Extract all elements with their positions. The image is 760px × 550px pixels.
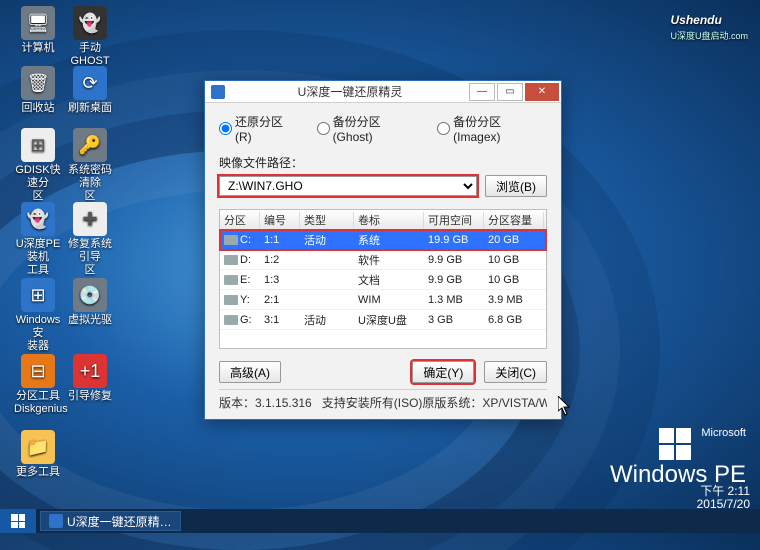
windows-logo-icon: [658, 427, 692, 461]
table-row[interactable]: E:1:3文档9.9 GB10 GB: [220, 270, 546, 290]
icon-pe[interactable]: 👻U深度PE装机 工具: [14, 202, 62, 277]
titlebar[interactable]: U深度一键还原精灵 — ▭ ✕: [205, 81, 561, 103]
icon-refresh[interactable]: ⟳刷新桌面: [66, 66, 114, 115]
path-label: 映像文件路径：: [219, 154, 547, 171]
browse-button[interactable]: 浏览(B): [485, 175, 547, 197]
icon-pwdclear[interactable]: 🔑系统密码清除 区: [66, 128, 114, 203]
advanced-button[interactable]: 高级(A): [219, 361, 281, 383]
tray-clock: 下午 2:112015/7/20: [697, 485, 750, 511]
mode-radios: 还原分区(R) 备份分区(Ghost) 备份分区(Imagex): [219, 113, 547, 144]
partition-table: 分区编号类型卷标可用空间分区容量 C:1:1活动系统19.9 GB20 GBD:…: [219, 209, 547, 349]
radio-restore[interactable]: 还原分区(R): [219, 113, 299, 144]
icon-recycle[interactable]: 🗑回收站: [14, 66, 62, 115]
start-button[interactable]: [0, 509, 36, 533]
maximize-button[interactable]: ▭: [497, 83, 523, 101]
icon-computer[interactable]: 🖥计算机: [14, 6, 62, 55]
version-bar: 版本：3.1.15.316支持安装所有(ISO)原版系统：XP/VISTA/WI…: [219, 389, 547, 411]
icon-more[interactable]: 📁更多工具: [14, 430, 62, 479]
close-dialog-button[interactable]: 关闭(C): [484, 361, 547, 383]
taskbar: U深度一键还原精…: [0, 509, 760, 533]
table-header: 分区编号类型卷标可用空间分区容量: [220, 210, 546, 230]
mouse-cursor-icon: [558, 396, 572, 416]
winpe-brand: Microsoft Windows PE: [610, 427, 746, 489]
table-row[interactable]: C:1:1活动系统19.9 GB20 GB: [220, 230, 546, 250]
brand-watermark: UshenduU深度U盘启动.com: [670, 8, 748, 42]
taskbar-app-button[interactable]: U深度一键还原精…: [40, 511, 181, 531]
window-title: U深度一键还原精灵: [231, 83, 469, 100]
restore-dialog: U深度一键还原精灵 — ▭ ✕ 还原分区(R) 备份分区(Ghost) 备份分区…: [204, 80, 562, 420]
icon-bootrepair[interactable]: +1引导修复: [66, 354, 114, 403]
icon-bootfix[interactable]: ✚修复系统引导 区: [66, 202, 114, 277]
minimize-button[interactable]: —: [469, 83, 495, 101]
radio-backup-imagex[interactable]: 备份分区(Imagex): [437, 113, 547, 144]
close-button[interactable]: ✕: [525, 83, 559, 101]
icon-gdisk[interactable]: ⊞GDISK快速分 区: [14, 128, 62, 203]
icon-ghost[interactable]: 👻手动GHOST: [66, 6, 114, 68]
image-path-select[interactable]: Z:\WIN7.GHO: [219, 176, 477, 196]
radio-backup-ghost[interactable]: 备份分区(Ghost): [317, 113, 420, 144]
icon-diskgen[interactable]: ⊟分区工具 Diskgenius: [14, 354, 62, 416]
icon-wininst[interactable]: ⊞Windows安 装器: [14, 278, 62, 353]
ok-button[interactable]: 确定(Y): [412, 361, 474, 383]
table-row[interactable]: Y:2:1WIM1.3 MB3.9 MB: [220, 290, 546, 310]
app-icon: [49, 514, 63, 528]
table-row[interactable]: D:1:2软件9.9 GB10 GB: [220, 250, 546, 270]
app-icon: [211, 85, 225, 99]
table-row[interactable]: G:3:1活动U深度U盘3 GB6.8 GB: [220, 310, 546, 330]
icon-vcd[interactable]: 💿虚拟光驱: [66, 278, 114, 327]
